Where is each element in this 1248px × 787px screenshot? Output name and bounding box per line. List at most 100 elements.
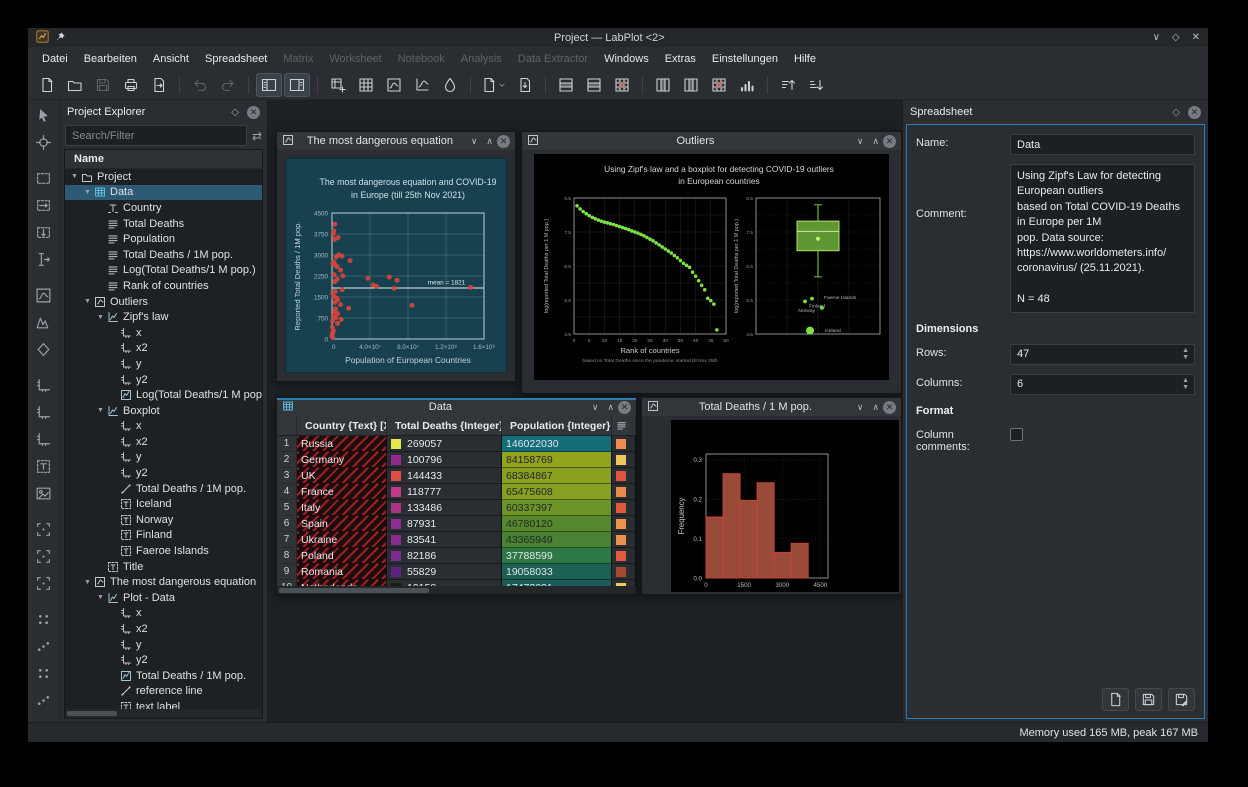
new-spreadsheet-button[interactable] — [325, 73, 351, 97]
minimize-icon[interactable]: ∨ — [1153, 32, 1160, 43]
tree-item-population[interactable]: Population — [65, 231, 262, 247]
tree-item-y[interactable]: y — [65, 637, 262, 653]
restore-icon[interactable]: ∧ — [872, 402, 879, 413]
expander-icon[interactable]: ▼ — [95, 314, 106, 321]
tree-item-x[interactable]: x — [65, 325, 262, 341]
filter-options-icon[interactable]: ⇄ — [252, 129, 262, 143]
table-row-germany[interactable]: 2 Germany 100796 84158769 — [277, 452, 636, 468]
cell-total-deaths[interactable]: 144433 — [387, 468, 502, 484]
row-number[interactable]: 5 — [277, 500, 297, 516]
remove-columns-button[interactable] — [706, 73, 732, 97]
tree-item-y2[interactable]: y2 — [65, 372, 262, 388]
tree-item-x2[interactable]: x2 — [65, 434, 262, 450]
expander-icon[interactable]: ▼ — [69, 173, 80, 180]
sort-ascending-button[interactable] — [775, 73, 801, 97]
tree-item-data[interactable]: ▼ Data — [65, 184, 262, 201]
cell-population[interactable]: 37788599 — [502, 548, 612, 564]
cursor-line-tool-button[interactable] — [32, 247, 56, 271]
tree-item-y[interactable]: y — [65, 356, 262, 372]
add-xy-curve-tool-button[interactable] — [32, 283, 56, 307]
zoom-fit-tool-button[interactable] — [32, 571, 56, 595]
expander-icon[interactable]: ▼ — [82, 579, 93, 586]
cell-extra[interactable] — [612, 452, 636, 468]
data-spreadsheet-table[interactable]: Country {Text} [X] Total Deaths {Integer}… — [277, 416, 636, 594]
menu-einstellungen[interactable]: Einstellungen — [704, 50, 786, 68]
tree-item-y[interactable]: y — [65, 450, 262, 466]
export-button[interactable] — [1102, 688, 1129, 711]
cell-extra[interactable] — [612, 532, 636, 548]
tree-item-finland[interactable]: Finland — [65, 528, 262, 544]
table-row-ukraine[interactable]: 7 Ukraine 83541 43365949 — [277, 532, 636, 548]
rows-spinner[interactable]: ▲▼ — [1010, 343, 1195, 365]
column-header-extra[interactable] — [612, 416, 636, 435]
add-image-tool-button[interactable] — [32, 481, 56, 505]
shade-icon[interactable]: ∨ — [857, 402, 864, 413]
tree-item-log-total-deaths-1-m-pop-[interactable]: Log(Total Deaths/1 M pop.) — [65, 387, 262, 403]
toggle-properties-explorer-button[interactable] — [284, 72, 310, 97]
subwindow-titlebar[interactable]: Data ∨ ∧ ✕ — [277, 398, 636, 416]
tree-item-plot-data[interactable]: ▼ Plot - Data — [65, 590, 262, 606]
table-row-spain[interactable]: 6 Spain 87931 46780120 — [277, 516, 636, 532]
cell-total-deaths[interactable]: 83541 — [387, 532, 502, 548]
tree-item-total-deaths-1m-pop-[interactable]: Total Deaths / 1M pop. — [65, 247, 262, 263]
tree-item-total-deaths[interactable]: Total Deaths — [65, 216, 262, 232]
cell-extra[interactable] — [612, 484, 636, 500]
cell-country[interactable]: France — [297, 484, 387, 500]
rows-field[interactable] — [1010, 343, 1195, 365]
columns-field[interactable] — [1010, 373, 1195, 395]
table-row-poland[interactable]: 8 Poland 82186 37788599 — [277, 548, 636, 564]
cell-total-deaths[interactable]: 118777 — [387, 484, 502, 500]
close-icon[interactable]: ✕ — [497, 134, 510, 148]
crosshair-tool-button[interactable] — [32, 130, 56, 154]
columns-spinner[interactable]: ▲▼ — [1010, 373, 1195, 395]
import-data-button[interactable] — [512, 73, 538, 97]
shade-icon[interactable]: ∨ — [857, 136, 864, 147]
save-button[interactable] — [1135, 688, 1162, 711]
cell-extra[interactable] — [612, 564, 636, 580]
add-text-label-tool-button[interactable] — [32, 454, 56, 478]
tree-item-x2[interactable]: x2 — [65, 621, 262, 637]
row-number[interactable]: 1 — [277, 436, 297, 452]
tree-item-total-deaths-1m-pop-[interactable]: Total Deaths / 1M pop. — [65, 668, 262, 684]
tree-item-title[interactable]: Title — [65, 559, 262, 575]
zoom-out-tool-button[interactable] — [32, 544, 56, 568]
new-document-button[interactable] — [478, 73, 510, 97]
cell-extra[interactable] — [612, 516, 636, 532]
tree-item-outliers[interactable]: ▼ Outliers — [65, 294, 262, 310]
table-row-italy[interactable]: 5 Italy 133486 60337397 — [277, 500, 636, 516]
tree-item-reference-line[interactable]: reference line — [65, 684, 262, 700]
column-comments-checkbox[interactable] — [1010, 427, 1023, 441]
cell-total-deaths[interactable]: 269057 — [387, 436, 502, 452]
save-as-button[interactable] — [1168, 688, 1195, 711]
insert-row-above-button[interactable] — [553, 73, 579, 97]
name-field[interactable] — [1010, 134, 1195, 155]
new-matrix-button[interactable] — [353, 73, 379, 97]
spinner-arrows-icon[interactable]: ▲ ▼ — [1182, 347, 1189, 362]
toggle-project-explorer-button[interactable] — [256, 72, 282, 97]
tree-item-faeroe-islands[interactable]: Faeroe Islands — [65, 543, 262, 559]
cell-country[interactable]: Spain — [297, 516, 387, 532]
cell-extra[interactable] — [612, 500, 636, 516]
insert-column-right-button[interactable] — [678, 73, 704, 97]
row-number[interactable]: 9 — [277, 564, 297, 580]
auto-scale-x-tool-button[interactable] — [32, 634, 56, 658]
tree-item-norway[interactable]: Norway — [65, 512, 262, 528]
zoom-in-tool-button[interactable] — [32, 517, 56, 541]
cell-extra[interactable] — [612, 468, 636, 484]
row-number[interactable]: 6 — [277, 516, 297, 532]
restore-icon[interactable]: ∧ — [607, 402, 614, 413]
restore-icon[interactable]: ∧ — [872, 136, 879, 147]
plot-data-button[interactable] — [734, 73, 760, 97]
row-number[interactable]: 8 — [277, 548, 297, 564]
table-row-uk[interactable]: 3 UK 144433 68384867 — [277, 468, 636, 484]
expander-icon[interactable]: ▼ — [82, 189, 93, 196]
cell-total-deaths[interactable]: 100796 — [387, 452, 502, 468]
table-row-romania[interactable]: 9 Romania 55829 19058033 — [277, 564, 636, 580]
new-project-button[interactable] — [34, 73, 60, 97]
subwindow-titlebar[interactable]: The most dangerous equation ∨ ∧ ✕ — [277, 132, 515, 150]
cell-population[interactable]: 146022030 — [502, 436, 612, 452]
remove-rows-button[interactable] — [609, 73, 635, 97]
worksheet-window-outliers[interactable]: Outliers ∨ ∧ ✕ Using Zipf's law and a bo… — [521, 131, 902, 394]
table-row-france[interactable]: 4 France 118777 65475608 — [277, 484, 636, 500]
tree-item-log-total-deaths-1-m-pop-[interactable]: Log(Total Deaths/1 M pop.) — [65, 263, 262, 279]
